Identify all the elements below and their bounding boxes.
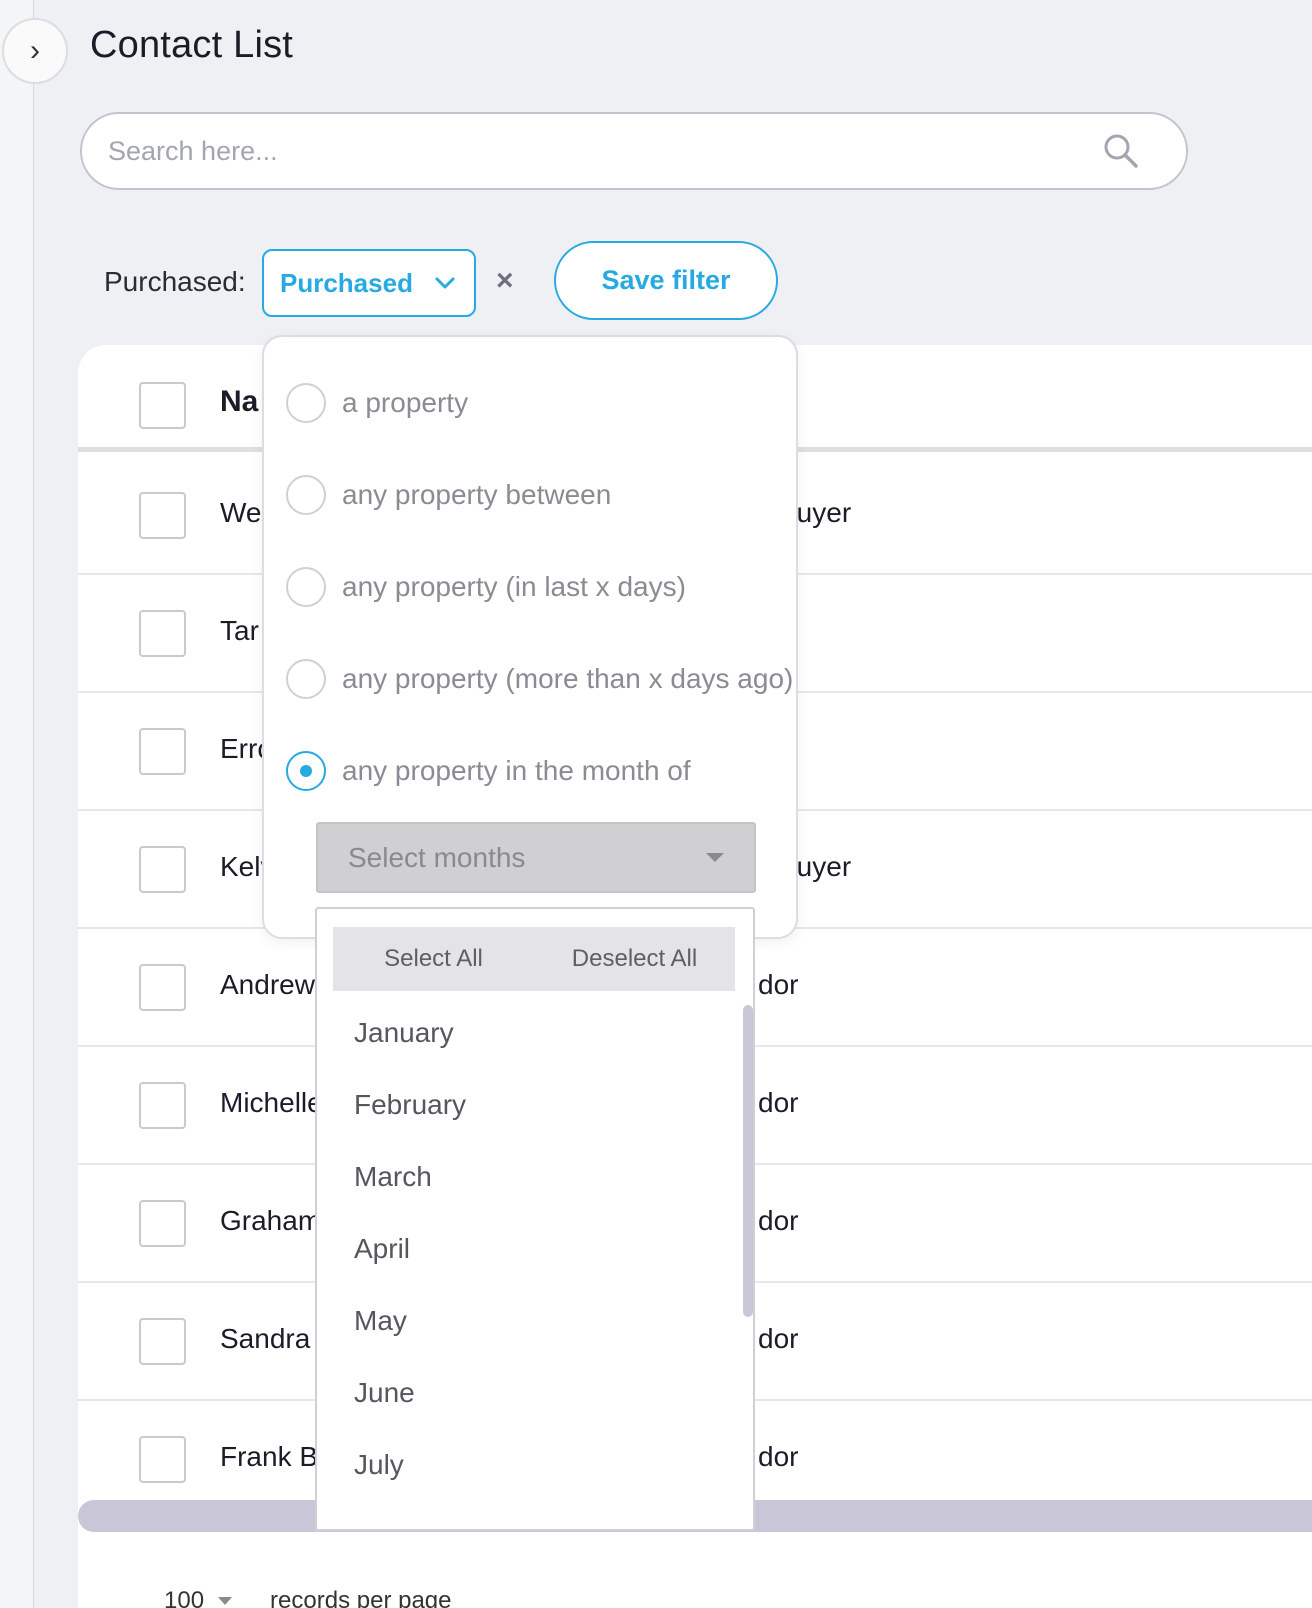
clear-filter-icon[interactable]: × bbox=[496, 266, 514, 296]
page-title: Contact List bbox=[90, 24, 294, 66]
select-months-placeholder: Select months bbox=[348, 841, 526, 873]
contact-type: dor bbox=[758, 1323, 799, 1354]
search-input[interactable] bbox=[108, 135, 1092, 167]
month-option-february[interactable]: February bbox=[354, 1089, 466, 1121]
option-label: any property in the month of bbox=[342, 755, 691, 786]
radio-button[interactable] bbox=[286, 567, 326, 607]
records-per-page-label: records per page bbox=[270, 1587, 452, 1608]
option-a-property[interactable]: a property bbox=[286, 383, 468, 423]
month-option-july[interactable]: July bbox=[354, 1449, 404, 1481]
contact-name[interactable]: Andrew bbox=[220, 969, 315, 1001]
option-more-than-x-days-ago[interactable]: any property (more than x days ago) bbox=[286, 659, 793, 699]
radio-button[interactable] bbox=[286, 659, 326, 699]
months-dropdown-list: Select All Deselect All January February… bbox=[315, 907, 755, 1531]
vertical-scrollbar[interactable] bbox=[743, 1005, 753, 1317]
month-option-april[interactable]: April bbox=[354, 1233, 410, 1265]
select-actions-bar: Select All Deselect All bbox=[333, 927, 735, 991]
contact-name[interactable]: Michelle bbox=[220, 1087, 323, 1119]
select-all-checkbox[interactable] bbox=[139, 382, 186, 429]
caret-down-icon bbox=[706, 853, 724, 862]
contact-name[interactable]: Graham bbox=[220, 1205, 321, 1237]
row-checkbox[interactable] bbox=[139, 1200, 186, 1247]
option-in-month-of[interactable]: any property in the month of bbox=[286, 751, 691, 791]
chevron-down-icon bbox=[435, 277, 455, 289]
month-option-june[interactable]: June bbox=[354, 1377, 415, 1409]
row-checkbox[interactable] bbox=[139, 846, 186, 893]
month-option-may[interactable]: May bbox=[354, 1305, 407, 1337]
select-months-dropdown[interactable]: Select months bbox=[316, 822, 756, 893]
month-option-march[interactable]: March bbox=[354, 1161, 432, 1193]
row-checkbox[interactable] bbox=[139, 964, 186, 1011]
purchased-filter-select[interactable]: Purchased bbox=[262, 249, 476, 317]
contact-name[interactable]: Tar bbox=[220, 615, 259, 647]
contact-name[interactable]: We bbox=[220, 497, 262, 529]
option-any-property-between[interactable]: any property between bbox=[286, 475, 611, 515]
row-checkbox[interactable] bbox=[139, 610, 186, 657]
contact-name[interactable]: Frank B. bbox=[220, 1441, 326, 1473]
contact-name[interactable]: Sandra bbox=[220, 1323, 310, 1355]
contact-type: dor bbox=[758, 1441, 799, 1472]
deselect-all-button[interactable]: Deselect All bbox=[534, 945, 735, 973]
option-in-last-x-days[interactable]: any property (in last x days) bbox=[286, 567, 686, 607]
month-option-january[interactable]: January bbox=[354, 1017, 454, 1049]
option-label: a property bbox=[342, 387, 469, 418]
row-checkbox[interactable] bbox=[139, 492, 186, 539]
option-label: any property (in last x days) bbox=[342, 571, 686, 602]
filter-selected-value: Purchased bbox=[280, 267, 413, 298]
contact-type: dor bbox=[758, 969, 799, 1000]
records-per-page: 100 records per page bbox=[164, 1587, 452, 1608]
per-page-value[interactable]: 100 bbox=[164, 1587, 204, 1608]
search-bar bbox=[80, 112, 1188, 190]
left-rail bbox=[0, 0, 34, 1608]
row-checkbox[interactable] bbox=[139, 1436, 186, 1483]
caret-down-icon[interactable] bbox=[218, 1597, 233, 1605]
contact-type: dor bbox=[758, 1205, 799, 1236]
save-filter-button[interactable]: Save filter bbox=[554, 241, 778, 320]
chevron-right-icon: › bbox=[30, 34, 40, 67]
filter-label: Purchased: bbox=[104, 266, 246, 297]
option-label: any property between bbox=[342, 479, 612, 510]
contact-type: dor bbox=[758, 1087, 799, 1118]
search-icon[interactable] bbox=[1102, 132, 1140, 170]
row-checkbox[interactable] bbox=[139, 1318, 186, 1365]
radio-button[interactable] bbox=[286, 475, 326, 515]
option-label: any property (more than x days ago) bbox=[342, 663, 794, 694]
select-all-button[interactable]: Select All bbox=[333, 945, 534, 973]
column-header-name[interactable]: Na bbox=[220, 385, 258, 419]
row-checkbox[interactable] bbox=[139, 728, 186, 775]
sidebar-expand-button[interactable]: › bbox=[2, 18, 68, 84]
radio-button-selected[interactable] bbox=[286, 751, 326, 791]
row-checkbox[interactable] bbox=[139, 1082, 186, 1129]
radio-button[interactable] bbox=[286, 383, 326, 423]
purchase-options-popup: a property any property between any prop… bbox=[262, 335, 798, 939]
